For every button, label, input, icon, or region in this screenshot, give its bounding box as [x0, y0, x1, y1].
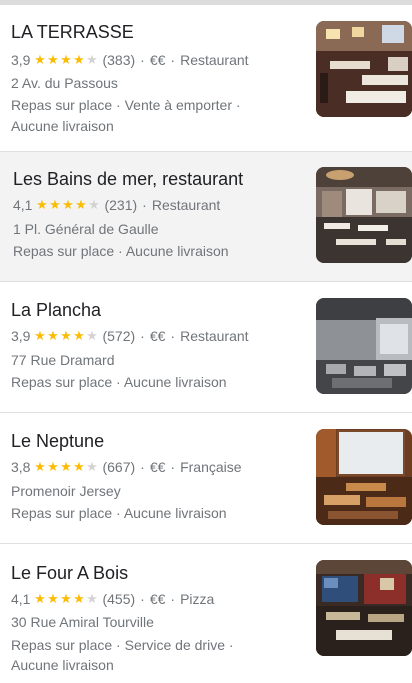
- separator: ·: [170, 591, 176, 607]
- price-level: €€: [149, 591, 166, 607]
- star-icon: ★: [34, 591, 46, 606]
- rating-row: 4,1 ★ ★ ★ ★ ★ (455) · €€ · Pizza: [11, 591, 214, 607]
- place-name[interactable]: Le Four A Bois: [11, 563, 128, 584]
- category: Française: [180, 459, 242, 475]
- result-card[interactable]: LA TERRASSE 3,9 ★ ★ ★ ★ ★ (383) · €€ · Resta…: [0, 5, 412, 151]
- result-card[interactable]: Les Bains de mer, restaurant 4,1 ★ ★ ★ ★ ★ (…: [0, 152, 412, 281]
- result-card[interactable]: La Plancha 3,9 ★ ★ ★ ★ ★ (572) · €€ · Restau…: [0, 282, 412, 412]
- review-count: (667): [102, 459, 136, 475]
- place-name[interactable]: Les Bains de mer, restaurant: [13, 169, 243, 190]
- star-rating-icon: ★ ★ ★ ★ ★: [33, 592, 98, 606]
- star-empty-icon: ★: [86, 591, 98, 606]
- category: Restaurant: [180, 52, 249, 68]
- star-empty-icon: ★: [86, 52, 98, 67]
- rating-row: 3,8 ★ ★ ★ ★ ★ (667) · €€ · Française: [11, 459, 242, 475]
- rating-value: 3,9: [11, 328, 31, 344]
- star-icon: ★: [62, 197, 74, 212]
- star-empty-icon: ★: [86, 328, 98, 343]
- star-icon: ★: [34, 52, 46, 67]
- rating-value: 3,9: [11, 52, 31, 68]
- star-rating-icon: ★ ★ ★ ★ ★: [33, 329, 98, 343]
- separator: ·: [140, 328, 145, 344]
- category: Restaurant: [151, 197, 221, 213]
- rating-value: 3,8: [11, 459, 31, 475]
- address: Promenoir Jersey: [11, 483, 121, 499]
- rating-row: 3,9 ★ ★ ★ ★ ★ (383) · €€ · Restaurant: [11, 52, 249, 68]
- place-photo[interactable]: [316, 167, 412, 263]
- star-empty-icon: ★: [86, 459, 98, 474]
- star-icon: ★: [60, 591, 72, 606]
- star-icon: ★: [60, 52, 72, 67]
- services: Repas sur place · Aucune livraison: [11, 505, 227, 521]
- place-photo[interactable]: [316, 21, 412, 117]
- separator: ·: [140, 52, 145, 68]
- star-icon: ★: [49, 197, 61, 212]
- services: Repas sur place · Service de drive ·: [11, 637, 234, 653]
- star-icon: ★: [60, 459, 72, 474]
- star-rating-icon: ★ ★ ★ ★ ★: [33, 53, 98, 67]
- address: 1 Pl. Général de Gaulle: [13, 221, 159, 237]
- separator: ·: [140, 591, 145, 607]
- result-card[interactable]: Le Four A Bois 4,1 ★ ★ ★ ★ ★ (455) · €€ · Pi…: [0, 544, 412, 683]
- rating-value: 4,1: [11, 591, 31, 607]
- place-name[interactable]: LA TERRASSE: [11, 22, 134, 43]
- place-name[interactable]: La Plancha: [11, 300, 101, 321]
- star-empty-icon: ★: [88, 197, 100, 212]
- review-count: (383): [102, 52, 136, 68]
- rating-value: 4,1: [13, 197, 33, 213]
- separator: ·: [140, 459, 145, 475]
- price-level: €€: [149, 459, 166, 475]
- address: 77 Rue Dramard: [11, 352, 115, 368]
- star-icon: ★: [73, 52, 85, 67]
- category: Restaurant: [180, 328, 249, 344]
- place-name[interactable]: Le Neptune: [11, 431, 104, 452]
- services: Repas sur place · Vente à emporter ·: [11, 97, 241, 113]
- place-photo[interactable]: [316, 560, 412, 656]
- rating-row: 3,9 ★ ★ ★ ★ ★ (572) · €€ · Restaurant: [11, 328, 249, 344]
- separator: ·: [170, 328, 176, 344]
- star-icon: ★: [47, 459, 59, 474]
- review-count: (572): [102, 328, 136, 344]
- place-photo[interactable]: [316, 429, 412, 525]
- star-icon: ★: [73, 328, 85, 343]
- star-icon: ★: [36, 197, 48, 212]
- services: Aucune livraison: [11, 657, 114, 673]
- star-icon: ★: [75, 197, 87, 212]
- separator: ·: [170, 459, 176, 475]
- rating-row: 4,1 ★ ★ ★ ★ ★ (231) · Restaurant: [13, 197, 220, 213]
- services: Aucune livraison: [11, 118, 114, 134]
- address: 30 Rue Amiral Tourville: [11, 614, 154, 630]
- star-icon: ★: [60, 328, 72, 343]
- star-icon: ★: [47, 328, 59, 343]
- star-icon: ★: [73, 459, 85, 474]
- star-rating-icon: ★ ★ ★ ★ ★: [35, 198, 100, 212]
- review-count: (231): [104, 197, 138, 213]
- address: 2 Av. du Passous: [11, 75, 118, 91]
- separator: ·: [142, 197, 147, 213]
- star-icon: ★: [34, 459, 46, 474]
- services: Repas sur place · Aucune livraison: [11, 374, 227, 390]
- place-photo[interactable]: [316, 298, 412, 394]
- star-icon: ★: [34, 328, 46, 343]
- star-icon: ★: [47, 591, 59, 606]
- price-level: €€: [149, 52, 166, 68]
- star-rating-icon: ★ ★ ★ ★ ★: [33, 460, 98, 474]
- review-count: (455): [102, 591, 136, 607]
- price-level: €€: [149, 328, 166, 344]
- result-card[interactable]: Le Neptune 3,8 ★ ★ ★ ★ ★ (667) · €€ · França…: [0, 413, 412, 543]
- services: Repas sur place · Aucune livraison: [13, 243, 229, 259]
- star-icon: ★: [73, 591, 85, 606]
- category: Pizza: [180, 591, 215, 607]
- star-icon: ★: [47, 52, 59, 67]
- separator: ·: [170, 52, 176, 68]
